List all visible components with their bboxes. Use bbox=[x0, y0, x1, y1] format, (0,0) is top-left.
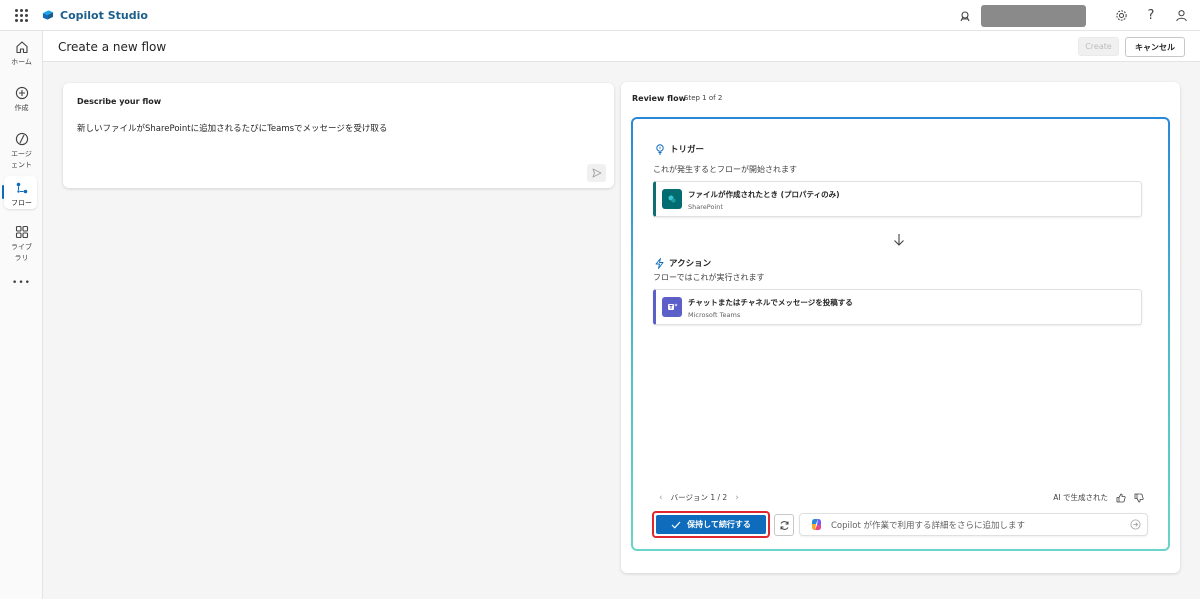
rail-label-create: 作成 bbox=[14, 104, 29, 112]
rail-label-library-2: ラリ bbox=[14, 254, 29, 262]
describe-input[interactable]: 新しいファイルがSharePointに追加されるたびにTeamsでメッセージを受… bbox=[77, 122, 387, 134]
rail-label-home: ホーム bbox=[11, 58, 32, 66]
action-heading: アクション bbox=[655, 257, 711, 269]
trigger-card-title: ファイルが作成されたとき (プロパティのみ) bbox=[688, 190, 840, 199]
action-card[interactable]: チャットまたはチャネルでメッセージを投稿する Microsoft Teams bbox=[653, 289, 1142, 325]
describe-flow-panel: Describe your flow 新しいファイルがSharePointに追加… bbox=[63, 83, 614, 188]
waffle-icon[interactable] bbox=[0, 0, 42, 31]
action-card-title: チャットまたはチャネルでメッセージを投稿する bbox=[688, 298, 853, 307]
flow-preview: トリガー これが発生するとフローが開始されます ファイルが作成されたとき (プロ… bbox=[631, 117, 1170, 551]
review-step: Step 1 of 2 bbox=[684, 94, 723, 102]
rail-label-flows: フロー bbox=[11, 199, 32, 207]
thumbs-up-icon[interactable] bbox=[1116, 493, 1126, 503]
active-indicator bbox=[2, 185, 4, 199]
rail-item-more[interactable]: ••• bbox=[0, 276, 43, 289]
environment-selector[interactable] bbox=[981, 4, 1086, 27]
rail-label-library-1: ライブ bbox=[11, 243, 32, 251]
arrow-down-icon bbox=[894, 234, 904, 246]
copilot-icon bbox=[812, 519, 821, 530]
app-brand[interactable]: Copilot Studio bbox=[42, 9, 148, 22]
more-icon: ••• bbox=[12, 278, 31, 288]
account-icon[interactable] bbox=[1166, 0, 1196, 31]
left-rail: ホーム 作成 エージ ェント フロー ライブ ラリ ••• bbox=[0, 31, 43, 599]
flow-icon bbox=[14, 180, 30, 196]
send-button[interactable] bbox=[587, 164, 606, 182]
review-title: Review flow bbox=[632, 94, 686, 103]
rail-item-library[interactable]: ライブ ラリ bbox=[0, 224, 43, 264]
lightning-icon bbox=[655, 257, 664, 269]
trigger-heading-text: トリガー bbox=[670, 145, 705, 155]
help-glyph: ? bbox=[1147, 8, 1155, 23]
sharepoint-icon bbox=[662, 189, 682, 209]
checkmark-icon bbox=[671, 521, 681, 529]
copilot-placeholder: Copilot が作業で利用する詳細をさらに追加します bbox=[831, 520, 1025, 531]
home-icon bbox=[14, 39, 30, 55]
ai-generated-label: AI で生成された bbox=[1053, 493, 1108, 502]
rail-item-home[interactable]: ホーム bbox=[0, 39, 43, 68]
page-title: Create a new flow bbox=[58, 40, 167, 54]
settings-icon[interactable] bbox=[1106, 0, 1136, 31]
ai-feedback: AI で生成された bbox=[1053, 492, 1144, 503]
keep-and-continue-highlight: 保持して続行する bbox=[652, 511, 770, 538]
previous-version-icon[interactable]: ‹ bbox=[659, 493, 663, 503]
regenerate-button[interactable] bbox=[774, 514, 794, 536]
trigger-card-connector: SharePoint bbox=[688, 203, 723, 211]
trigger-heading: トリガー bbox=[655, 143, 704, 155]
teams-icon bbox=[662, 297, 682, 317]
send-icon bbox=[592, 168, 601, 178]
submit-arrow-icon[interactable] bbox=[1130, 519, 1141, 530]
app-name: Copilot Studio bbox=[60, 8, 148, 22]
plus-circle-icon bbox=[14, 85, 30, 101]
review-flow-panel: Review flow Step 1 of 2 トリガー これが発生するとフロー… bbox=[621, 82, 1180, 573]
page-header: Create a new flow Create キャンセル bbox=[43, 31, 1200, 62]
describe-title: Describe your flow bbox=[77, 97, 162, 106]
rail-label-agents-1: エージ bbox=[11, 150, 32, 158]
version-label: バージョン 1 / 2 bbox=[670, 493, 728, 502]
action-subtitle: フローではこれが実行されます bbox=[653, 273, 765, 282]
thumbs-down-icon[interactable] bbox=[1134, 493, 1144, 503]
keep-button-label: 保持して続行する bbox=[687, 520, 751, 529]
action-heading-text: アクション bbox=[669, 259, 712, 269]
copilot-studio-logo bbox=[42, 10, 54, 20]
help-icon[interactable]: ? bbox=[1136, 0, 1166, 31]
copilot-input[interactable]: Copilot が作業で利用する詳細をさらに追加します bbox=[799, 513, 1148, 536]
keep-and-continue-button[interactable]: 保持して続行する bbox=[656, 515, 766, 534]
create-button[interactable]: Create bbox=[1078, 37, 1119, 56]
rail-item-agents[interactable]: エージ ェント bbox=[0, 131, 43, 171]
library-icon bbox=[14, 224, 30, 240]
version-navigator: ‹ バージョン 1 / 2 › bbox=[659, 492, 739, 503]
trigger-subtitle: これが発生するとフローが開始されます bbox=[653, 165, 797, 174]
rail-item-flows[interactable]: フロー bbox=[0, 176, 43, 209]
environment-icon[interactable] bbox=[957, 8, 973, 24]
action-card-connector: Microsoft Teams bbox=[688, 311, 741, 319]
rail-label-agents-2: ェント bbox=[11, 161, 32, 169]
next-version-icon[interactable]: › bbox=[735, 493, 739, 503]
refresh-icon bbox=[780, 520, 788, 530]
cancel-button[interactable]: キャンセル bbox=[1125, 37, 1185, 57]
lightbulb-icon bbox=[656, 143, 664, 154]
agent-icon bbox=[14, 131, 30, 147]
top-bar: Copilot Studio ? bbox=[0, 0, 1200, 31]
trigger-card[interactable]: ファイルが作成されたとき (プロパティのみ) SharePoint bbox=[653, 181, 1142, 217]
rail-item-create[interactable]: 作成 bbox=[0, 85, 43, 114]
